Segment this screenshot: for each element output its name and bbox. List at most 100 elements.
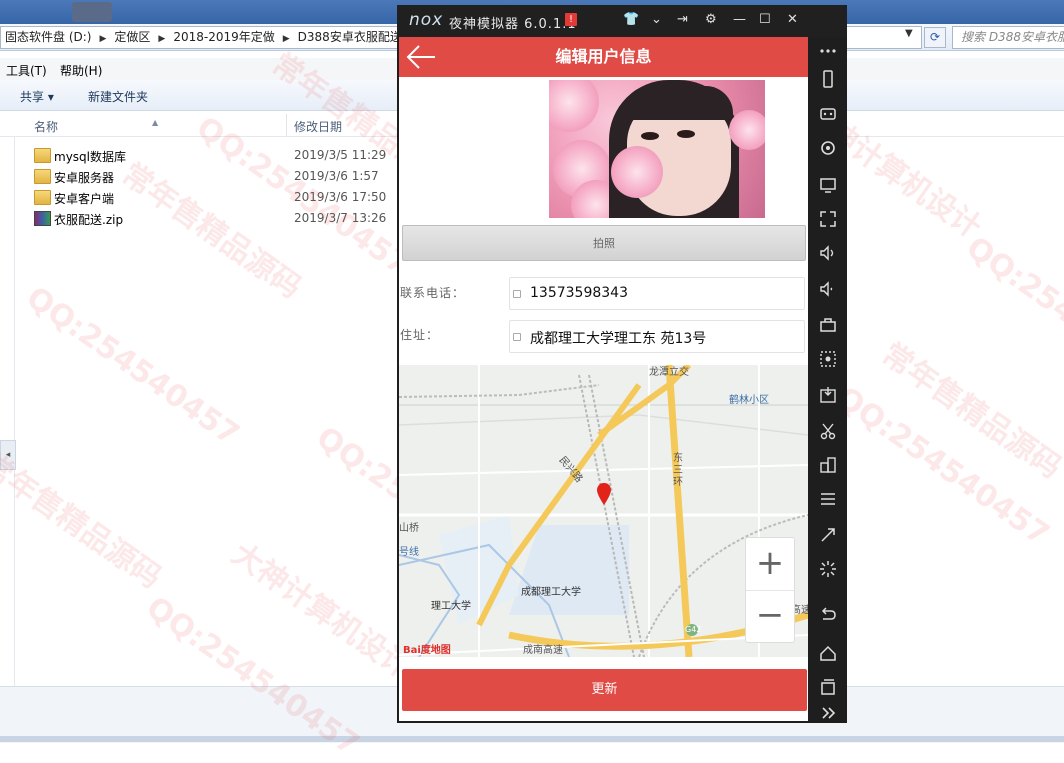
map-label: 成都理工大学 [521,587,581,598]
breadcrumb-year[interactable]: 2018-2019年定做 [169,30,278,44]
multi-instance-icon[interactable] [818,455,838,475]
phone-field[interactable]: 13573598343 [509,277,805,310]
chevron-right-icon[interactable]: ▶ [279,34,294,44]
folder-icon [34,169,51,184]
zoom-out-button[interactable]: − [746,590,794,643]
baidu-map[interactable]: 龙潭立交 鹤林小区 民兴路 东三环 山桥 号线 理工大学 成都理工大学 成南高速… [399,365,808,657]
list-item[interactable]: mysql数据库 2019/3/5 11:29 [30,146,410,166]
android-screen: 编辑用户信息 拍照 联系电话： 13573598343 住址： 成都理工大学理工… [399,37,808,721]
breadcrumb-drive[interactable]: 固态软件盘 (D:) [1,30,95,44]
zip-archive-icon [34,211,51,226]
maximize-icon[interactable]: ☐ [759,12,771,27]
map-label: G42 [685,625,702,634]
file-date: 2019/3/6 17:50 [294,190,387,204]
robot-icon[interactable] [818,103,838,123]
list-item[interactable]: 安卓服务器 2019/3/6 1:57 [30,167,410,187]
flower-shape [611,146,663,198]
nox-logo: nox [409,10,444,30]
recent-apps-icon[interactable] [818,677,838,697]
photo-eye [677,130,695,138]
list-item[interactable]: 衣服配送.zip 2019/3/7 13:26 [30,209,410,229]
fullscreen-icon[interactable] [818,209,838,229]
screenshot-icon[interactable] [818,349,838,369]
minimize-icon[interactable]: — [733,12,746,27]
folder-icon [34,190,51,205]
gear-icon[interactable]: ⚙ [705,12,717,27]
pin-icon[interactable]: ⇥ [677,12,688,27]
map-label: 鹤林小区 [729,395,769,406]
chevron-right-icon[interactable]: ▶ [154,34,169,44]
pane-divider [14,136,15,686]
volume-down-icon[interactable] [818,279,838,299]
map-pin-icon[interactable] [597,483,611,505]
menu-help[interactable]: 帮助(H) [60,62,102,79]
new-folder-button[interactable]: 新建文件夹 [88,88,148,105]
menu-tools[interactable]: 工具(T) [6,62,47,79]
column-modified[interactable]: 修改日期 [294,118,342,135]
flower-shape [729,110,765,150]
apk-install-icon[interactable] [818,385,838,405]
zoom-in-button[interactable]: + [746,538,794,590]
breadcrumb-project[interactable]: D388安卓衣服配送 [294,30,406,44]
address-field[interactable]: 成都理工大学理工东 苑13号 [509,320,805,353]
lock-icon [513,333,521,341]
avatar [72,2,112,22]
search-input[interactable]: 搜索 D388安卓衣服配 [952,26,1064,49]
scissors-icon[interactable] [818,421,838,441]
refresh-button[interactable]: ⟳ [924,27,946,48]
folder-icon [34,148,51,163]
menu-icon[interactable] [818,489,838,509]
map-label: 理工大学 [431,601,471,612]
pane-toggle[interactable]: ◂ [0,440,16,470]
map-label: 成南高速 [523,645,563,656]
shrink-icon[interactable] [818,525,838,545]
column-divider[interactable] [286,114,287,136]
volume-up-icon[interactable] [818,243,838,263]
phone-shake-icon[interactable] [818,69,838,89]
flower-shape [549,80,599,132]
location-icon[interactable] [818,139,838,159]
list-item[interactable]: 安卓客户端 2019/3/6 17:50 [30,188,410,208]
file-date: 2019/3/7 13:26 [294,211,387,225]
breadcrumb-zone[interactable]: 定做区 [110,30,154,44]
map-label: 东三环 [673,453,683,488]
phone-label: 联系电话： [400,286,466,300]
phone-value: 13573598343 [530,285,628,301]
chevron-down-icon[interactable]: ⌄ [651,12,662,27]
column-name[interactable]: 名称 [34,118,58,135]
emulator-title-bar[interactable]: nox 夜神模拟器 6.0.1.1 ! 👕 ⌄ ⇥ ⚙ — ☐ ✕ [397,5,847,37]
more-icon[interactable] [818,41,838,61]
back-icon[interactable] [818,605,838,625]
refresh-icon: ⟳ [929,30,941,44]
file-name: 衣服配送.zip [54,213,124,227]
emulator-title: 夜神模拟器 6.0.1.1 [449,17,577,32]
emulator-window: nox 夜神模拟器 6.0.1.1 ! 👕 ⌄ ⇥ ⚙ — ☐ ✕ 编辑用户信息 [397,5,847,723]
loading-icon[interactable] [818,559,838,579]
toolbox-icon[interactable] [818,315,838,335]
close-icon[interactable]: ✕ [787,12,798,27]
file-name: mysql数据库 [54,150,126,164]
update-button[interactable]: 更新 [402,669,807,711]
address-value: 成都理工大学理工东 苑13号 [530,331,707,347]
page-title: 编辑用户信息 [555,47,652,66]
emulator-side-toolbar [810,37,847,723]
map-label: 号线 [399,547,419,558]
profile-photo [549,80,765,218]
shirt-icon[interactable]: 👕 [623,12,639,27]
photo-eye [641,132,659,140]
chevron-down-icon[interactable]: ▼ [905,28,913,39]
share-button[interactable]: 共享 ▾ [20,88,54,105]
chevron-right-icon[interactable]: ▶ [95,34,110,44]
map-label: 龙潭立交 [649,367,689,378]
file-name: 安卓客户端 [54,192,115,206]
take-photo-button[interactable]: 拍照 [402,225,806,261]
zoom-control: + − [745,537,795,643]
file-name: 安卓服务器 [54,171,115,185]
app-header: 编辑用户信息 [399,37,808,77]
taskbar [0,736,1064,742]
alert-icon[interactable]: ! [565,13,577,26]
expand-icon[interactable] [818,703,838,723]
home-icon[interactable] [818,643,838,663]
screen-icon[interactable] [818,175,838,195]
file-date: 2019/3/5 11:29 [294,148,387,162]
